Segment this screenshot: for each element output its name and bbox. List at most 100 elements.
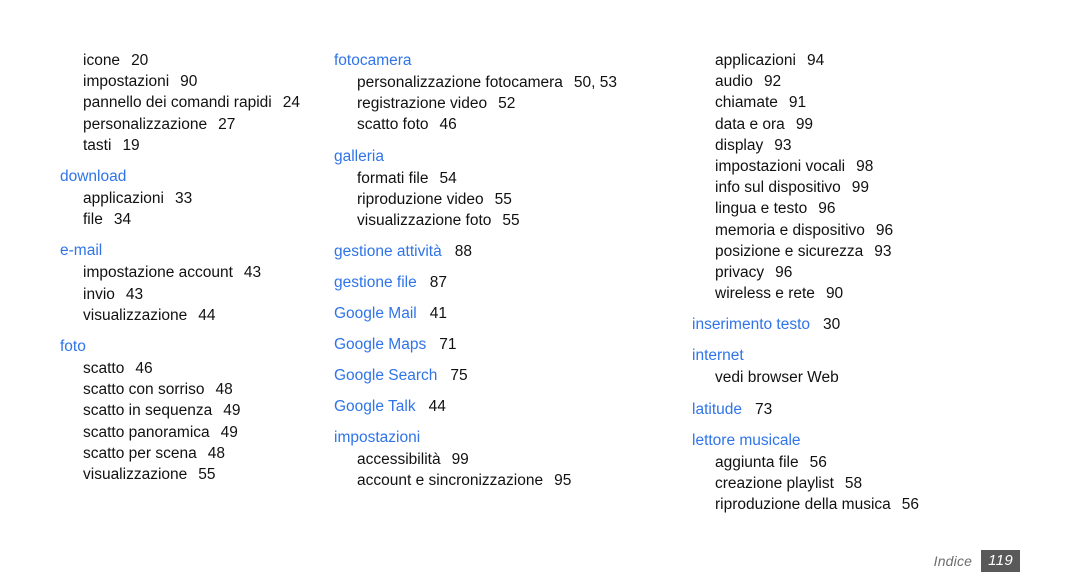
index-sub-item[interactable]: memoria e dispositivo 96: [692, 220, 1080, 241]
index-entry-block: applicazioni 94 audio 92 chiamate 91 data e or…: [692, 50, 1080, 304]
index-sub-item-pages: 34: [113, 211, 132, 229]
index-sub-item[interactable]: display 93: [692, 135, 1080, 156]
index-sub-item-term: posizione e sicurezza: [715, 242, 864, 260]
index-sub-item-pages: 96: [818, 200, 836, 218]
index-heading-term: foto: [60, 338, 86, 356]
index-heading[interactable]: e-mail: [60, 240, 332, 261]
index-entry-block: gestione attività 88: [334, 241, 662, 262]
index-sub-item[interactable]: privacy 96: [692, 262, 1080, 283]
index-heading-pages: 87: [429, 274, 447, 292]
index-sub-item[interactable]: formati file 54: [334, 168, 662, 189]
index-sub-item[interactable]: personalizzazione 27: [60, 114, 332, 135]
index-sub-item-term: riproduzione video: [357, 190, 484, 208]
index-sub-item-pages: 95: [554, 472, 572, 490]
index-sub-item[interactable]: riproduzione video 55: [334, 189, 662, 210]
index-heading[interactable]: inserimento testo 30: [692, 314, 1080, 335]
index-heading[interactable]: Google Search 75: [334, 365, 662, 386]
index-sub-item[interactable]: applicazioni 33: [60, 188, 332, 209]
index-sub-item[interactable]: applicazioni 94: [692, 50, 1080, 71]
index-sub-item[interactable]: pannello dei comandi rapidi 24: [60, 92, 332, 113]
index-heading[interactable]: internet: [692, 345, 1080, 366]
index-heading-term: Google Search: [334, 367, 438, 385]
index-heading[interactable]: gestione file 87: [334, 272, 662, 293]
index-entry-block: internet vedi browser Web: [692, 345, 1080, 388]
index-column-left: icone 20 impostazioni 90 pannello dei comand…: [0, 50, 332, 485]
index-sub-item[interactable]: vedi browser Web: [692, 367, 1080, 388]
index-sub-item[interactable]: impostazioni vocali 98: [692, 156, 1080, 177]
index-sub-item-pages: 93: [874, 242, 892, 260]
index-heading[interactable]: fotocamera: [334, 50, 662, 71]
index-sub-item[interactable]: file 34: [60, 209, 332, 230]
index-sub-item-pages: 54: [439, 169, 457, 187]
index-sub-list: scatto 46 scatto con sorriso 48 scatto in se…: [60, 358, 332, 485]
index-heading[interactable]: impostazioni: [334, 427, 662, 448]
index-sub-item-pages: 27: [218, 115, 236, 133]
index-heading[interactable]: galleria: [334, 146, 662, 167]
index-sub-list: applicazioni 33 file 34: [60, 188, 332, 230]
index-heading-term: internet: [692, 347, 744, 365]
index-sub-item[interactable]: scatto 46: [60, 358, 332, 379]
index-sub-item[interactable]: account e sincronizzazione 95: [334, 470, 662, 491]
index-sub-item-term: visualizzazione: [83, 466, 188, 484]
index-sub-item[interactable]: scatto per scena 48: [60, 443, 332, 464]
index-sub-item[interactable]: invio 43: [60, 284, 332, 305]
index-sub-item-pages: 48: [215, 381, 233, 399]
index-sub-item-term: data e ora: [715, 115, 785, 133]
index-sub-item[interactable]: impostazioni 90: [60, 71, 332, 92]
index-heading-term: gestione attività: [334, 243, 442, 261]
index-sub-item[interactable]: visualizzazione 55: [60, 464, 332, 485]
index-sub-item-term: scatto: [83, 360, 125, 378]
index-heading[interactable]: Google Talk 44: [334, 396, 662, 417]
index-sub-item[interactable]: posizione e sicurezza 93: [692, 241, 1080, 262]
index-sub-item[interactable]: scatto con sorriso 48: [60, 379, 332, 400]
index-sub-item[interactable]: personalizzazione fotocamera 50, 53: [334, 72, 662, 93]
index-sub-item[interactable]: wireless e rete 90: [692, 283, 1080, 304]
index-sub-item-pages: 50, 53: [573, 74, 618, 91]
index-sub-item-term: scatto per scena: [83, 444, 197, 462]
index-sub-item[interactable]: icone 20: [60, 50, 332, 71]
index-sub-item[interactable]: creazione playlist 58: [692, 473, 1080, 494]
index-sub-item-pages: 49: [223, 402, 241, 420]
index-sub-item[interactable]: data e ora 99: [692, 114, 1080, 135]
index-sub-item-pages: 56: [809, 453, 827, 471]
index-heading-term: latitude: [692, 400, 742, 418]
index-sub-item-term: tasti: [83, 136, 112, 154]
index-sub-item[interactable]: registrazione video 52: [334, 93, 662, 114]
index-heading-pages: 73: [754, 400, 773, 418]
index-sub-item[interactable]: scatto panoramica 49: [60, 422, 332, 443]
index-sub-item-pages: 44: [198, 306, 216, 324]
index-heading-pages: 30: [823, 316, 841, 334]
index-sub-item[interactable]: aggiunta file 56: [692, 452, 1080, 473]
index-sub-item[interactable]: chiamate 91: [692, 92, 1080, 113]
index-heading[interactable]: download: [60, 166, 332, 187]
index-entry-block: foto scatto 46 scatto con sorriso 48 scatto i…: [60, 336, 332, 485]
index-heading[interactable]: lettore musicale: [692, 430, 1080, 451]
index-sub-item[interactable]: scatto foto 46: [334, 114, 662, 135]
index-sub-item-pages: 33: [175, 190, 193, 208]
index-sub-item[interactable]: info sul dispositivo 99: [692, 177, 1080, 198]
index-heading-pages: 44: [428, 398, 446, 416]
index-sub-item[interactable]: visualizzazione foto 55: [334, 210, 662, 231]
index-sub-item[interactable]: audio 92: [692, 71, 1080, 92]
index-sub-item[interactable]: impostazione account 43: [60, 262, 332, 283]
index-sub-item-term: impostazioni vocali: [715, 158, 846, 176]
index-heading[interactable]: Google Mail 41: [334, 303, 662, 324]
index-heading[interactable]: latitude 73: [692, 399, 1080, 420]
index-sub-item-term: scatto panoramica: [83, 423, 210, 441]
index-sub-item[interactable]: accessibilità 99: [334, 449, 662, 470]
index-sub-item[interactable]: lingua e testo 96: [692, 198, 1080, 219]
index-heading-pages: 41: [429, 305, 447, 323]
index-heading[interactable]: foto: [60, 336, 332, 357]
index-entry-block: Google Talk 44: [334, 396, 662, 417]
index-sub-list: icone 20 impostazioni 90 pannello dei comand…: [60, 50, 332, 156]
index-heading[interactable]: Google Maps 71: [334, 334, 662, 355]
index-sub-item[interactable]: visualizzazione 44: [60, 305, 332, 326]
index-sub-item[interactable]: tasti 19: [60, 135, 332, 156]
index-sub-item-pages: 90: [825, 285, 844, 303]
index-sub-item[interactable]: riproduzione della musica 56: [692, 494, 1080, 515]
index-heading-term: gestione file: [334, 274, 417, 292]
index-heading[interactable]: gestione attività 88: [334, 241, 662, 262]
index-entry-block: Google Maps 71: [334, 334, 662, 355]
index-sub-item[interactable]: scatto in sequenza 49: [60, 400, 332, 421]
index-sub-item-term: memoria e dispositivo: [715, 221, 865, 239]
